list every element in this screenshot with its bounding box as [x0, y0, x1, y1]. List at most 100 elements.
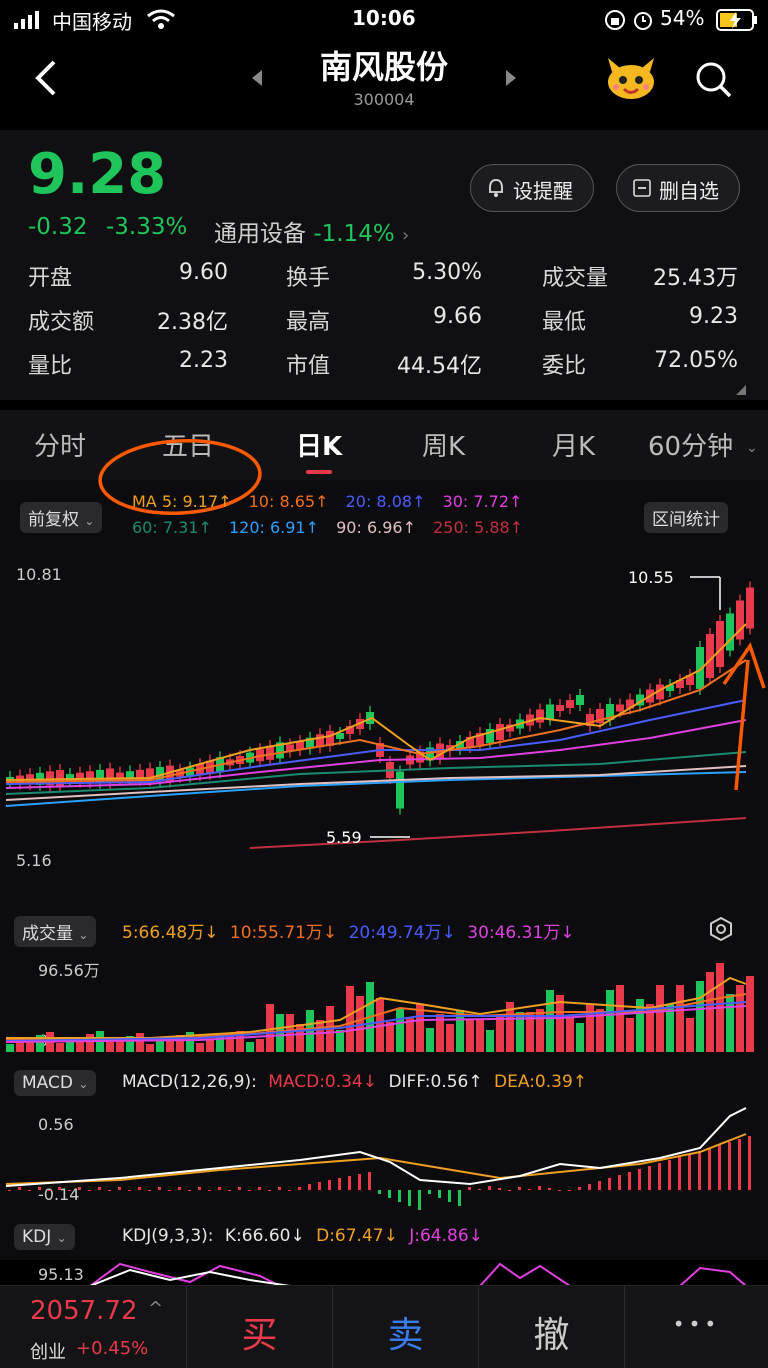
macd-bar [348, 1176, 351, 1190]
volume-bar [316, 1020, 324, 1052]
prev-stock-icon[interactable] [250, 68, 264, 92]
macd-bar [198, 1187, 201, 1190]
sell-button[interactable]: 卖 [333, 1286, 478, 1368]
macd-chart[interactable]: 0.56 -0.14 [0, 1106, 768, 1212]
candle-body [716, 621, 724, 667]
tab-daily-k[interactable]: 日K [296, 426, 342, 463]
macd-bar [548, 1188, 551, 1190]
tab-weekly-k[interactable]: 周K [422, 426, 465, 463]
macd-bar [668, 1160, 671, 1190]
kdj-chart[interactable]: 95.13 [0, 1258, 768, 1286]
range-stats-button[interactable]: 区间统计 [644, 502, 728, 533]
macd-bar [428, 1190, 431, 1194]
stat-value: 25.43万 [653, 266, 738, 291]
chevron-down-icon[interactable]: ⌄ [746, 440, 758, 456]
vol-ma20: 20:49.74万↓ [348, 923, 456, 943]
macd-bar [78, 1187, 81, 1190]
macd-bar [678, 1157, 681, 1190]
macd-bar [708, 1148, 711, 1190]
candle-body [576, 695, 584, 705]
volume-chart[interactable]: 96.56万 0 [0, 954, 768, 1056]
macd-bar [48, 1190, 51, 1191]
macd-bar [38, 1187, 41, 1190]
candle-body [566, 700, 574, 708]
macd-y-top: 0.56 [38, 1115, 74, 1134]
tab-60-minute[interactable]: 60分钟 [648, 426, 733, 463]
macd-bar [448, 1190, 451, 1202]
volume-bar [556, 995, 564, 1052]
dea-value: DEA:0.39↑ [494, 1072, 588, 1092]
volume-label: 成交量 [22, 924, 73, 944]
volume-bar [656, 985, 664, 1052]
volume-bar [396, 1008, 404, 1052]
volume-y-top: 96.56万 [38, 961, 100, 980]
volume-bar [56, 1043, 64, 1052]
tab-intraday[interactable]: 分时 [34, 426, 86, 463]
volume-bar [196, 1043, 204, 1052]
ma20-value: 20: 8.08↑ [345, 492, 426, 511]
stat-low: 最低 9.23 [542, 304, 738, 336]
index-quote[interactable]: 2057.72 ^ 创业 +0.45% [0, 1286, 186, 1368]
volume-bar [486, 1030, 494, 1052]
diff-line [5, 1107, 747, 1187]
macd-bar [238, 1187, 241, 1190]
macd-bar [518, 1187, 521, 1190]
volume-bar [336, 1030, 344, 1052]
stat-value: 2.38亿 [157, 310, 228, 335]
stat-label: 市值 [286, 354, 331, 379]
volume-bar [676, 985, 684, 1052]
kdj-label: KDJ [22, 1227, 52, 1247]
chevron-down-icon: ⌄ [84, 514, 95, 528]
tab-monthly-k[interactable]: 月K [552, 426, 595, 463]
hand-drawn-arrow-annotation [722, 642, 766, 791]
back-arrow-icon[interactable] [30, 58, 60, 102]
volume-bar [86, 1034, 94, 1052]
cancel-order-button[interactable]: 撤 [479, 1286, 624, 1368]
macd-bar [478, 1189, 481, 1190]
kdj-legend: KDJ(9,3,3): K:66.60↓ D:67.47↓ J:64.86↓ [122, 1226, 483, 1246]
ma250-value: 250: 5.88↑ [433, 518, 524, 537]
chevron-down-icon: ⌄ [78, 1077, 89, 1091]
buy-button[interactable]: 买 [187, 1286, 332, 1368]
ma120-value: 120: 6.91↑ [228, 518, 320, 537]
stock-title: 南风股份 [319, 48, 448, 86]
volume-bar [576, 1023, 584, 1052]
stat-label: 委比 [542, 354, 587, 379]
battery-percent: 54% [660, 6, 705, 30]
volume-dropdown[interactable]: 成交量 ⌄ [14, 916, 97, 947]
macd-bar [568, 1190, 571, 1191]
macd-bar [418, 1190, 421, 1210]
chart-area: 前复权 ⌄ MA 5: 9.17↑ 10: 8.65↑ 20: 8.08↑ 30… [0, 439, 768, 1286]
volume-bar [746, 976, 754, 1052]
settings-gear-icon[interactable] [708, 916, 734, 946]
volume-bar [206, 1040, 214, 1052]
kdj-dropdown[interactable]: KDJ ⌄ [14, 1224, 75, 1250]
kline-chart[interactable]: 10.81 5.16 10.55 5.59 [0, 550, 768, 880]
active-tab-indicator [306, 470, 332, 474]
stat-market-cap: 市值 44.54亿 [286, 348, 482, 380]
y-axis-top-label: 10.81 [16, 565, 62, 584]
next-stock-icon[interactable] [504, 68, 518, 92]
sector-link[interactable]: 通用设备 -1.14% › [214, 214, 409, 248]
clock-time: 10:06 [352, 6, 416, 30]
k-value: K:66.60↓ [224, 1226, 305, 1246]
expand-corner-icon[interactable] [736, 380, 746, 399]
sell-label: 卖 [387, 1315, 424, 1356]
macd-bar [248, 1190, 251, 1191]
macd-dropdown[interactable]: MACD ⌄ [14, 1070, 97, 1096]
ma250-line [249, 817, 747, 849]
volume-bar [256, 1039, 264, 1052]
vol-ma5: 5:66.48万↓ [122, 923, 219, 943]
stat-value: 9.23 [689, 304, 738, 329]
search-icon[interactable] [694, 60, 734, 104]
stat-volume: 成交量 25.43万 [542, 260, 738, 292]
volume-bar [6, 1044, 14, 1052]
candle-body [556, 705, 564, 711]
more-button[interactable]: ••• [625, 1286, 768, 1368]
set-alert-button[interactable]: 设提醒 [470, 164, 594, 212]
macd-value: MACD:0.34↓ [268, 1072, 378, 1092]
remove-watchlist-button[interactable]: 删自选 [616, 164, 740, 212]
mascot-icon[interactable] [604, 54, 658, 106]
macd-bar [308, 1184, 311, 1190]
adjust-dropdown[interactable]: 前复权 ⌄ [20, 502, 103, 533]
